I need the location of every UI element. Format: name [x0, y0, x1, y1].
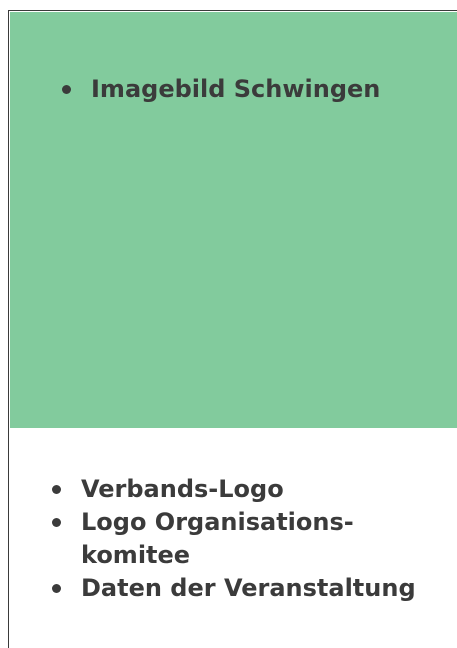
list-item-label: Verbands-Logo: [81, 475, 284, 503]
list-item: Daten der Veranstaltung: [52, 572, 416, 605]
content-list: Verbands-Logo Logo Organisations- komite…: [52, 473, 416, 605]
bullet-icon: [52, 518, 61, 527]
list-item: Verbands-Logo: [52, 473, 416, 506]
list-item: Logo Organisations- komitee: [52, 506, 416, 572]
list-item: Imagebild Schwingen: [62, 73, 380, 106]
bullet-icon: [52, 485, 61, 494]
image-placeholder: Imagebild Schwingen: [10, 12, 457, 428]
bullet-icon: [62, 85, 71, 94]
list-item-label: Daten der Veranstaltung: [81, 574, 416, 602]
list-item-label: Logo Organisations-: [81, 508, 354, 536]
list-item-label-continuation: komitee: [81, 541, 191, 569]
bullet-icon: [52, 584, 61, 593]
list-item-label: Imagebild Schwingen: [91, 75, 381, 103]
image-caption-list: Imagebild Schwingen: [62, 73, 380, 106]
